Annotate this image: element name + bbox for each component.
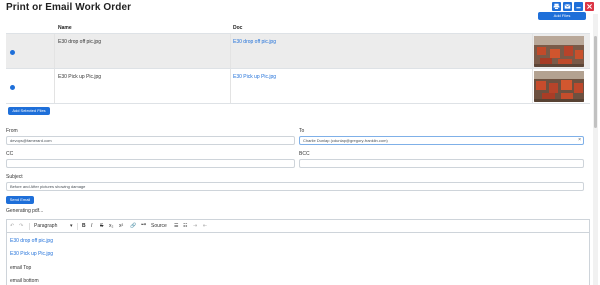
source-button[interactable]: Source (151, 223, 167, 230)
file-thumbnail[interactable] (534, 36, 584, 67)
modal-title: Print or Email Work Order (6, 2, 132, 13)
cc-field[interactable] (6, 159, 295, 168)
toolbar-divider (77, 223, 78, 230)
column-header-doc[interactable]: Doc (233, 25, 242, 31)
add-selected-files-button[interactable]: Add Selected Files (8, 107, 50, 115)
column-divider (54, 69, 55, 103)
bcc-label: BCC (299, 151, 310, 157)
subject-field[interactable]: Before and After pictures showing damage (6, 182, 584, 191)
table-row[interactable]: E30 drop off pic.jpg E30 drop off pic.jp… (6, 34, 590, 69)
column-divider (230, 34, 231, 68)
paragraph-format-select[interactable]: Paragraph (34, 223, 57, 230)
cc-label: CC (6, 151, 14, 157)
rich-text-editor[interactable]: ↶ ↷ Paragraph ▾ B I S x₂ x² 🔗 ❝❞ Source … (6, 219, 590, 285)
print-icon (553, 3, 560, 10)
table-header: Name Doc (6, 22, 590, 34)
superscript-icon[interactable]: x² (119, 223, 123, 230)
italic-icon[interactable]: I (91, 223, 92, 230)
scrollbar[interactable] (593, 14, 598, 285)
column-header-name[interactable]: Name (58, 25, 72, 31)
from-label: From (6, 128, 18, 134)
close-icon (587, 4, 592, 9)
bulleted-list-icon[interactable]: ☰ (174, 223, 178, 230)
to-label: To (299, 128, 305, 134)
bcc-field[interactable] (299, 159, 584, 168)
editor-text-line: email bottom (10, 278, 39, 284)
scrollbar-thumb[interactable] (594, 36, 597, 128)
modal-header: Print or Email Work Order (0, 0, 600, 14)
numbered-list-icon[interactable]: ☷ (183, 223, 187, 230)
files-table: Name Doc E30 drop off pic.jpg E30 drop o… (6, 22, 590, 104)
editor-toolbar: ↶ ↷ Paragraph ▾ B I S x₂ x² 🔗 ❝❞ Source … (7, 220, 589, 233)
file-doc-link[interactable]: E30 Pick up Pic.jpg (233, 74, 276, 80)
column-divider (532, 34, 533, 68)
clear-icon[interactable]: × (578, 137, 581, 144)
row-select-radio[interactable] (10, 85, 15, 90)
row-select-radio[interactable] (10, 50, 15, 55)
file-thumbnail[interactable] (534, 71, 584, 102)
undo-icon[interactable]: ↶ (10, 223, 14, 230)
send-email-button[interactable]: Send Email (6, 196, 34, 204)
minimize-button[interactable] (574, 2, 583, 11)
toolbar-divider (29, 223, 30, 230)
blockquote-icon[interactable]: ❝❞ (141, 223, 146, 230)
thumbnail-image (534, 36, 584, 67)
indent-icon[interactable]: ⇥ (193, 223, 197, 230)
editor-attachment-link[interactable]: E30 Pick up Pic.jpg (10, 251, 53, 257)
column-divider (230, 69, 231, 103)
close-button[interactable] (585, 2, 594, 11)
file-name: E30 drop off pic.jpg (58, 39, 101, 45)
thumbnail-image (534, 71, 584, 102)
from-field[interactable]: devops@famerard.com (6, 136, 295, 145)
editor-attachment-link[interactable]: E30 drop off pic.jpg (10, 238, 53, 244)
column-divider (532, 69, 533, 103)
to-field[interactable]: Charlie Dunlap (cdunlap@gregory-franklin… (299, 136, 584, 145)
add-files-button[interactable]: Add Files (538, 12, 586, 20)
bold-icon[interactable]: B (82, 223, 86, 230)
subject-label: Subject (6, 174, 23, 180)
link-icon[interactable]: 🔗 (130, 223, 136, 230)
outdent-icon[interactable]: ⇤ (203, 223, 207, 230)
table-row[interactable]: E30 Pick up Pic.jpg E30 Pick up Pic.jpg (6, 69, 590, 104)
header-button-group (552, 2, 594, 11)
email-button[interactable] (563, 2, 572, 11)
strikethrough-icon[interactable]: S (100, 223, 103, 230)
email-icon (564, 4, 571, 9)
minimize-icon (576, 7, 581, 9)
print-button[interactable] (552, 2, 561, 11)
subscript-icon[interactable]: x₂ (109, 223, 113, 230)
to-field-value: Charlie Dunlap (cdunlap@gregory-franklin… (303, 138, 388, 143)
editor-text-line: email Top (10, 265, 32, 271)
redo-icon[interactable]: ↷ (19, 223, 23, 230)
generating-status: Generating pdf... (6, 208, 44, 214)
file-name: E30 Pick up Pic.jpg (58, 74, 102, 80)
chevron-down-icon[interactable]: ▾ (70, 223, 73, 230)
column-divider (54, 34, 55, 68)
file-doc-link[interactable]: E30 drop off pic.jpg (233, 39, 276, 45)
